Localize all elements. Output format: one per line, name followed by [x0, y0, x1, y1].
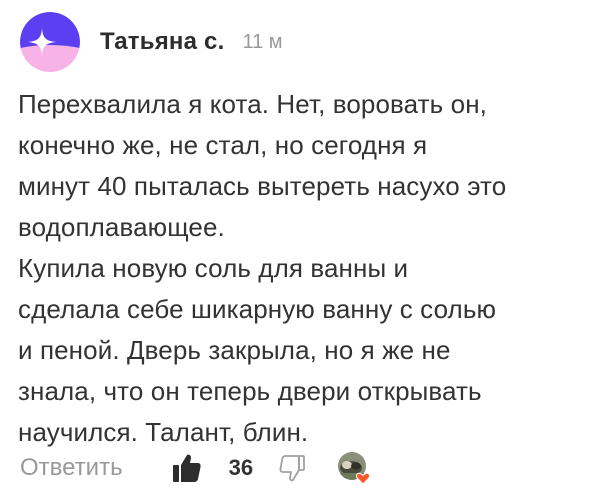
thumbs-down-icon[interactable] — [277, 453, 307, 483]
author-avatar[interactable] — [20, 12, 80, 72]
reply-button[interactable]: Ответить — [20, 454, 123, 482]
comment-line: и пеной. Дверь закрыла, но я же не — [18, 335, 451, 365]
comment-line: минут 40 пыталась вытереть насухо это — [18, 171, 507, 201]
reactor-avatar[interactable] — [337, 451, 371, 485]
comment-time: 11 м — [242, 30, 283, 53]
comment-actions: Ответить 36 — [20, 448, 371, 488]
comment-line: сделала себе шикарную ванну с солью — [18, 294, 497, 324]
comment-line: водоплавающее. — [18, 212, 225, 242]
comment-line: Перехвалила я кота. Нет, воровать он, — [18, 89, 487, 119]
comment-text: Перехвалила я кота. Нет, воровать он, ко… — [18, 84, 590, 453]
comment-line: Купила новую соль для ванны и — [18, 253, 409, 283]
like-count: 36 — [228, 455, 254, 480]
comment-card: Татьяна с. 11 м Перехвалила я кота. Нет,… — [0, 0, 594, 488]
comment-line: конечно же, не стал, но сегодня я — [18, 130, 428, 160]
comment-line: знала, что он теперь двери открывать — [18, 376, 482, 406]
comment-line: научился. Талант, блин. — [18, 417, 309, 447]
thumbs-up-icon[interactable] — [171, 452, 203, 484]
author-name[interactable]: Татьяна с. — [100, 28, 224, 56]
comment-header: Татьяна с. 11 м — [20, 12, 283, 72]
heart-icon — [355, 472, 371, 485]
